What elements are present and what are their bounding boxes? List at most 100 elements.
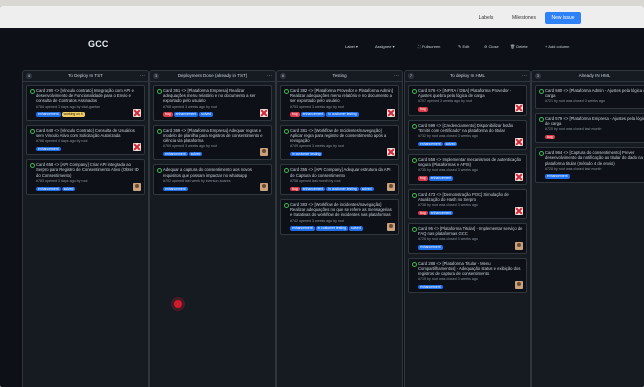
issue-card[interactable]: Card 658 <> [API Company] Criar API inte… [26,159,145,195]
issue-title[interactable]: Card 383 <> [Workflow de incidentes/nave… [284,202,395,218]
issue-label[interactable]: enhancement [300,112,326,117]
issue-title[interactable]: Card 964 <> [Captura do consentimento] P… [539,150,644,166]
avatar[interactable] [515,138,523,147]
issue-label[interactable]: working on it [61,112,85,117]
column-menu-icon[interactable]: ⋯ [522,71,527,81]
issue-card[interactable]: Card 576 <> [INFRA / DBA] Plataforma Pro… [408,85,527,116]
avatar[interactable] [515,172,523,181]
issue-label[interactable]: enhancement [36,146,61,152]
avatar[interactable] [387,108,395,117]
issue-title[interactable]: Card 361 <> [Plataforma Empresa] Realiza… [157,88,268,104]
column-menu-icon[interactable]: ⋯ [394,71,399,81]
issue-label[interactable]: solved [349,226,363,231]
issue-title[interactable]: Adequar a captura do consentimento aos n… [157,167,268,178]
issue-card[interactable]: Card 381 <> [Workflow de Incidentes/nave… [280,124,399,161]
issue-card[interactable]: Card 382 <> [Plataforma Provedor e Plata… [280,85,399,121]
issue-card[interactable]: Card 580 <> [Plataforma Admin - Ajustes … [535,85,644,109]
column-menu-icon[interactable]: ⋯ [267,71,272,81]
issue-label[interactable]: enhancement [418,245,443,250]
avatar[interactable] [515,207,523,216]
avatar[interactable] [133,143,141,152]
issue-label[interactable]: solved [359,186,374,191]
issue-card[interactable]: Card 95 <> [Plataforma Titular] - Implem… [408,223,527,254]
issue-title[interactable]: Card 579 <> [Plataforma Empresa - Ajuste… [539,116,644,126]
fullscreen-control[interactable]: ⛶ Fullscreen [418,42,440,52]
issue-title[interactable]: Card 580 <> [Plataforma Admin - Ajustes … [539,88,644,98]
issue-label[interactable]: bug [290,112,300,117]
issue-label[interactable]: enhancement [173,112,199,117]
issue-label[interactable]: enhancement [428,210,454,216]
issue-label[interactable]: bug [418,176,428,181]
issue-label[interactable]: solved [443,141,458,147]
column-menu-icon[interactable]: ⋯ [140,71,145,81]
issue-label[interactable]: enhancement [545,174,570,179]
avatar[interactable] [387,182,395,191]
issue-label[interactable]: solved [61,186,76,191]
issue-title[interactable]: Card 288 <> [Plataforma Titular - Menu C… [412,261,523,277]
issue-label[interactable]: enhancement [163,152,188,157]
issue-card[interactable]: Card 473 <> [Demonstração POC] Simulação… [408,188,527,220]
avatar[interactable] [515,281,523,290]
issue-card[interactable]: Card 355 <> [API Company] Adequar estrut… [280,164,399,195]
issue-card[interactable]: Card 599 <> [Credenciamento] Disponibili… [408,119,527,151]
avatar[interactable] [260,182,268,191]
close-control[interactable]: ⊘ Close [484,42,499,52]
add-column-button[interactable]: + Add column [545,42,569,52]
issue-label[interactable]: in customer testing [290,152,323,157]
issue-title[interactable]: Card 658 <> [API Company] Criar API inte… [30,162,141,178]
issue-label[interactable]: bug [418,210,428,216]
issue-card[interactable]: Card 579 <> [Plataforma Empresa - Ajuste… [535,112,644,144]
avatar[interactable] [387,148,395,157]
issue-label[interactable]: bug [418,107,428,112]
issue-card[interactable]: Card 964 <> [Captura do consentimento] P… [535,147,644,183]
avatar[interactable] [133,182,141,191]
issue-label[interactable]: enhancement [36,112,61,117]
issue-card[interactable]: Card 383 <> [Workflow de incidentes/nave… [280,198,399,235]
issue-card[interactable]: Card 290 <> [Vinculo contrato] Integraçã… [26,85,145,121]
label-filter[interactable]: Label ▾ [345,42,358,52]
issue-label[interactable]: bug [163,112,173,117]
issue-title[interactable]: Card 576 <> [INFRA / DBA] Plataforma Pro… [412,88,523,98]
labels-button[interactable]: Labels [470,12,502,24]
issue-title[interactable]: Card 473 <> [Demonstração POC] Simulação… [412,192,523,202]
issue-label[interactable]: bug [290,186,300,191]
issue-title[interactable]: Card 640 <> [Vinculo Contrato] Consulta … [30,128,141,138]
issue-label[interactable]: enhancement [418,284,443,290]
issue-title[interactable]: Card 355 <> [API Company] Adequar estrut… [284,167,395,178]
issue-card[interactable]: Card 640 <> [Vinculo Contrato] Consulta … [26,124,145,156]
issue-title[interactable]: Card 382 <> [Plataforma Provedor e Plata… [284,88,395,104]
issue-label[interactable]: bug [545,134,555,140]
new-issue-button[interactable]: New issue [545,12,581,24]
issue-label[interactable]: enhancement [163,186,188,191]
issue-title[interactable]: Card 381 <> [Workflow de Incidentes/nave… [284,128,395,144]
issue-label[interactable]: solved [188,152,203,157]
avatar[interactable] [133,108,141,117]
avatar[interactable] [515,241,523,250]
issue-label[interactable]: in customer testing [326,112,359,117]
issue-card[interactable]: Card 361 <> [Plataforma Empresa] Realiza… [153,85,272,121]
issue-label[interactable]: in customer testing [315,226,349,231]
issue-label[interactable]: enhancement [36,186,61,191]
issue-card[interactable]: Adequar a captura do consentimento aos n… [153,164,272,195]
avatar[interactable] [260,148,268,157]
issue-label[interactable]: enhancement [418,141,443,147]
issue-card[interactable]: Card 558 <> Implementar mecanismos de au… [408,154,527,185]
assignee-filter[interactable]: Assignee ▾ [375,42,395,52]
issue-label[interactable]: enhancement [428,176,454,181]
issue-title[interactable]: Card 290 <> [Vinculo contrato] Integraçã… [30,88,141,104]
issue-label[interactable]: solved [199,112,214,117]
issue-title[interactable]: Card 95 <> [Plataforma Titular] - Implem… [412,226,523,236]
issue-card[interactable]: Card 369 <> [Plataforma Empresa] Adequar… [153,124,272,161]
milestones-button[interactable]: Milestones [505,12,543,24]
edit-control[interactable]: ✎ Edit [458,42,469,52]
avatar[interactable] [260,108,268,117]
issue-title[interactable]: Card 369 <> [Plataforma Empresa] Adequar… [157,128,268,144]
avatar[interactable] [387,222,395,231]
issue-card[interactable]: Card 288 <> [Plataforma Titular - Menu C… [408,257,527,294]
issue-label[interactable]: in customer testing [326,186,359,191]
issue-title[interactable]: Card 558 <> Implementar mecanismos de au… [412,157,523,167]
avatar[interactable] [515,103,523,112]
delete-control[interactable]: 🗑 Delete [510,42,528,52]
issue-label[interactable]: enhancement [300,186,326,191]
issue-label[interactable]: enhancement [290,226,315,231]
